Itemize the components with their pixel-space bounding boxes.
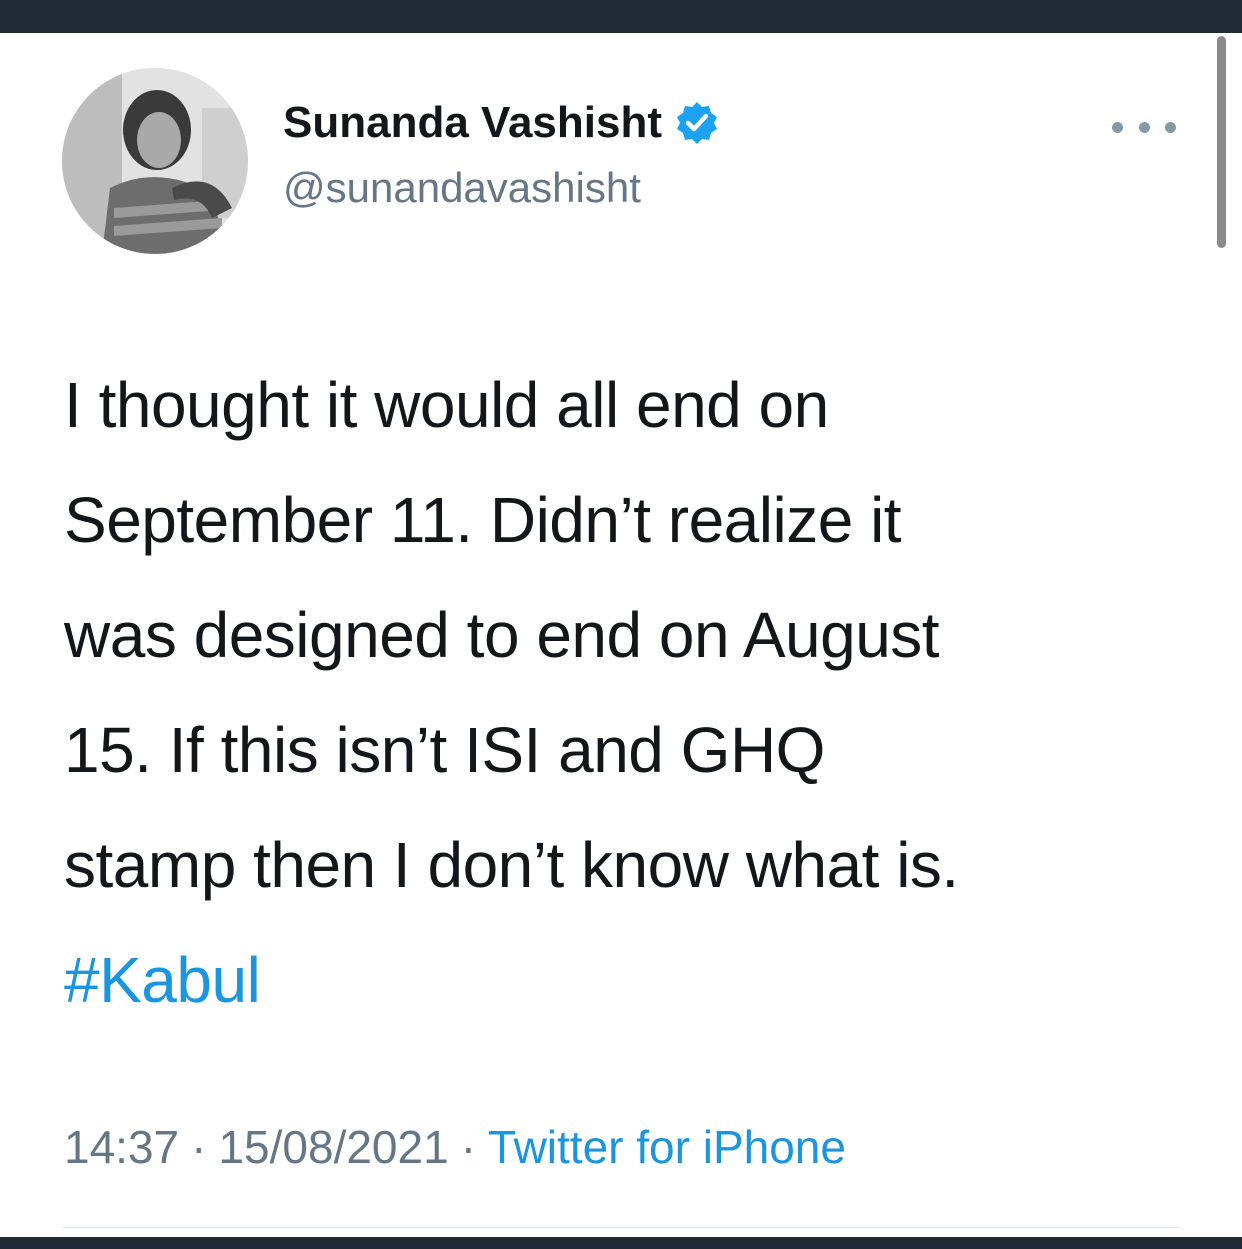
tweet-source-link[interactable]: Twitter for iPhone [488,1121,846,1173]
more-dot [1138,121,1150,133]
tweet-text-line: was designed to end on August [64,599,940,671]
tweet-text-line: 15. If this isn’t ISI and GHQ [64,714,825,786]
bottom-frame-bar [0,1237,1242,1249]
meta-separator: · [191,1121,207,1173]
tweet-time: 14:37 [64,1121,180,1173]
more-dot [1165,121,1176,133]
author-display-name[interactable]: Sunanda Vashisht [283,98,720,148]
tweet-meta: 14:37 · 15/08/2021 · Twitter for iPhone [64,1120,846,1174]
avatar-photo [62,68,248,254]
tweet-text-line: I thought it would all end on [64,369,829,441]
more-options-icon[interactable] [1112,112,1176,142]
divider [62,1227,1180,1228]
more-dot [1112,121,1123,133]
author-handle[interactable]: @sunandavashisht [283,164,641,212]
scrollbar[interactable] [1217,36,1226,248]
tweet-text-line: September 11. Didn’t realize it [64,484,902,556]
tweet-date: 15/08/2021 [218,1121,449,1173]
hashtag-link[interactable]: #Kabul [64,944,261,1016]
tweet-text-line: stamp then I don’t know what is. [64,829,959,901]
verified-badge-icon [674,100,720,146]
tweet-text: I thought it would all end on September … [64,348,1204,1038]
tweet-screenshot: Sunanda Vashisht @sunandavashisht I thou… [0,0,1242,1249]
display-name-text: Sunanda Vashisht [283,98,662,147]
top-frame-bar [0,0,1242,33]
meta-separator: · [460,1121,477,1173]
avatar[interactable] [62,68,248,254]
